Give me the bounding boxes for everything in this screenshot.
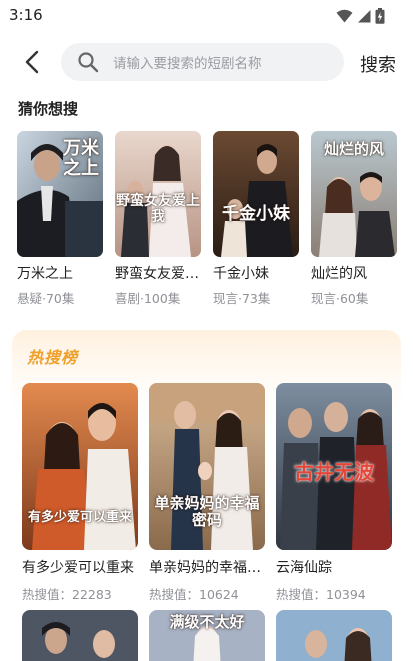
drama-name: 单亲妈妈的幸福密码 [149,560,267,576]
drama-name: 野蛮女友爱上我 [115,266,203,282]
search-input[interactable]: 请输入要搜索的短剧名称 [61,43,344,81]
guess-item[interactable]: 灿烂的风 灿烂的风 现言·60集 [311,131,397,309]
guess-list: 万米之上 万米之上 悬疑·70集 野蛮女友爱上我 野蛮女友爱上我 喜剧·100集 [17,131,413,311]
guess-section-title: 猜你想搜 [18,100,79,118]
hot-value: 热搜值：10624 [149,587,239,602]
hot-item[interactable]: 单亲妈妈的幸福密码 单亲妈妈的幸福密码 热搜值：10624 [149,383,267,608]
hot-item-partial[interactable] [276,610,392,661]
guess-item[interactable]: 野蛮女友爱上我 野蛮女友爱上我 喜剧·100集 [115,131,203,309]
status-time: 3:16 [9,6,43,24]
battery-icon [375,8,385,24]
poster-title: 千金小妹 [222,204,290,224]
drama-meta: 现言·60集 [311,291,369,306]
drama-poster[interactable]: 野蛮女友爱上我 [115,131,201,257]
drama-name: 千金小妹 [213,266,269,282]
search-button[interactable]: 搜索 [360,51,396,77]
guess-item[interactable]: 万米之上 万米之上 悬疑·70集 [17,131,103,309]
wifi-icon [336,9,353,23]
chevron-left-icon [25,50,39,74]
poster-title: 万米之上 [63,138,99,179]
drama-meta: 悬疑·70集 [17,291,75,306]
poster-image [276,610,392,661]
status-icons [336,8,385,24]
drama-meta: 现言·73集 [213,291,271,306]
drama-poster[interactable]: 单亲妈妈的幸福密码 [149,383,265,550]
poster-image [213,131,299,257]
poster-title: 灿烂的风 [323,140,384,158]
hot-item-partial[interactable] [22,610,138,661]
status-bar: 3:16 [0,0,413,32]
hot-value: 热搜值：22283 [22,587,112,602]
search-placeholder: 请输入要搜索的短剧名称 [113,56,262,72]
poster-title: 古井无波 [294,460,374,484]
poster-title: 单亲妈妈的幸福密码 [154,494,260,529]
drama-name: 云海仙踪 [276,560,332,576]
drama-name: 万米之上 [17,266,73,282]
drama-meta: 喜剧·100集 [115,291,181,306]
hot-item[interactable]: 有多少爱可以重来 有多少爱可以重来 热搜值：22283 [22,383,138,608]
drama-poster[interactable]: 古井无波 [276,383,392,550]
poster-image [22,610,138,661]
drama-name: 灿烂的风 [311,266,367,282]
poster-title: 满级不太好 [169,613,245,631]
drama-name: 有多少爱可以重来 [22,560,134,576]
poster-title: 有多少爱可以重来 [27,510,132,525]
back-button[interactable] [22,50,44,74]
drama-poster[interactable]: 灿烂的风 [311,131,397,257]
cell-signal-icon [358,10,371,23]
hot-search-panel: 热搜榜 有多少爱可以重来 有多少爱可以重来 热搜值：22283 单亲妈妈的幸福密… [12,330,401,661]
drama-poster[interactable]: 千金小妹 [213,131,299,257]
hot-item[interactable]: 古井无波 云海仙踪 热搜值：10394 [276,383,392,608]
hot-value: 热搜值：10394 [276,587,366,602]
poster-title: 野蛮女友爱上我 [116,193,200,225]
hot-search-title: 热搜榜 [27,348,79,367]
search-icon [78,52,99,73]
search-header: 请输入要搜索的短剧名称 搜索 [0,38,413,86]
guess-item[interactable]: 千金小妹 千金小妹 现言·73集 [213,131,299,309]
drama-poster[interactable]: 有多少爱可以重来 [22,383,138,550]
drama-poster[interactable]: 万米之上 [17,131,103,257]
